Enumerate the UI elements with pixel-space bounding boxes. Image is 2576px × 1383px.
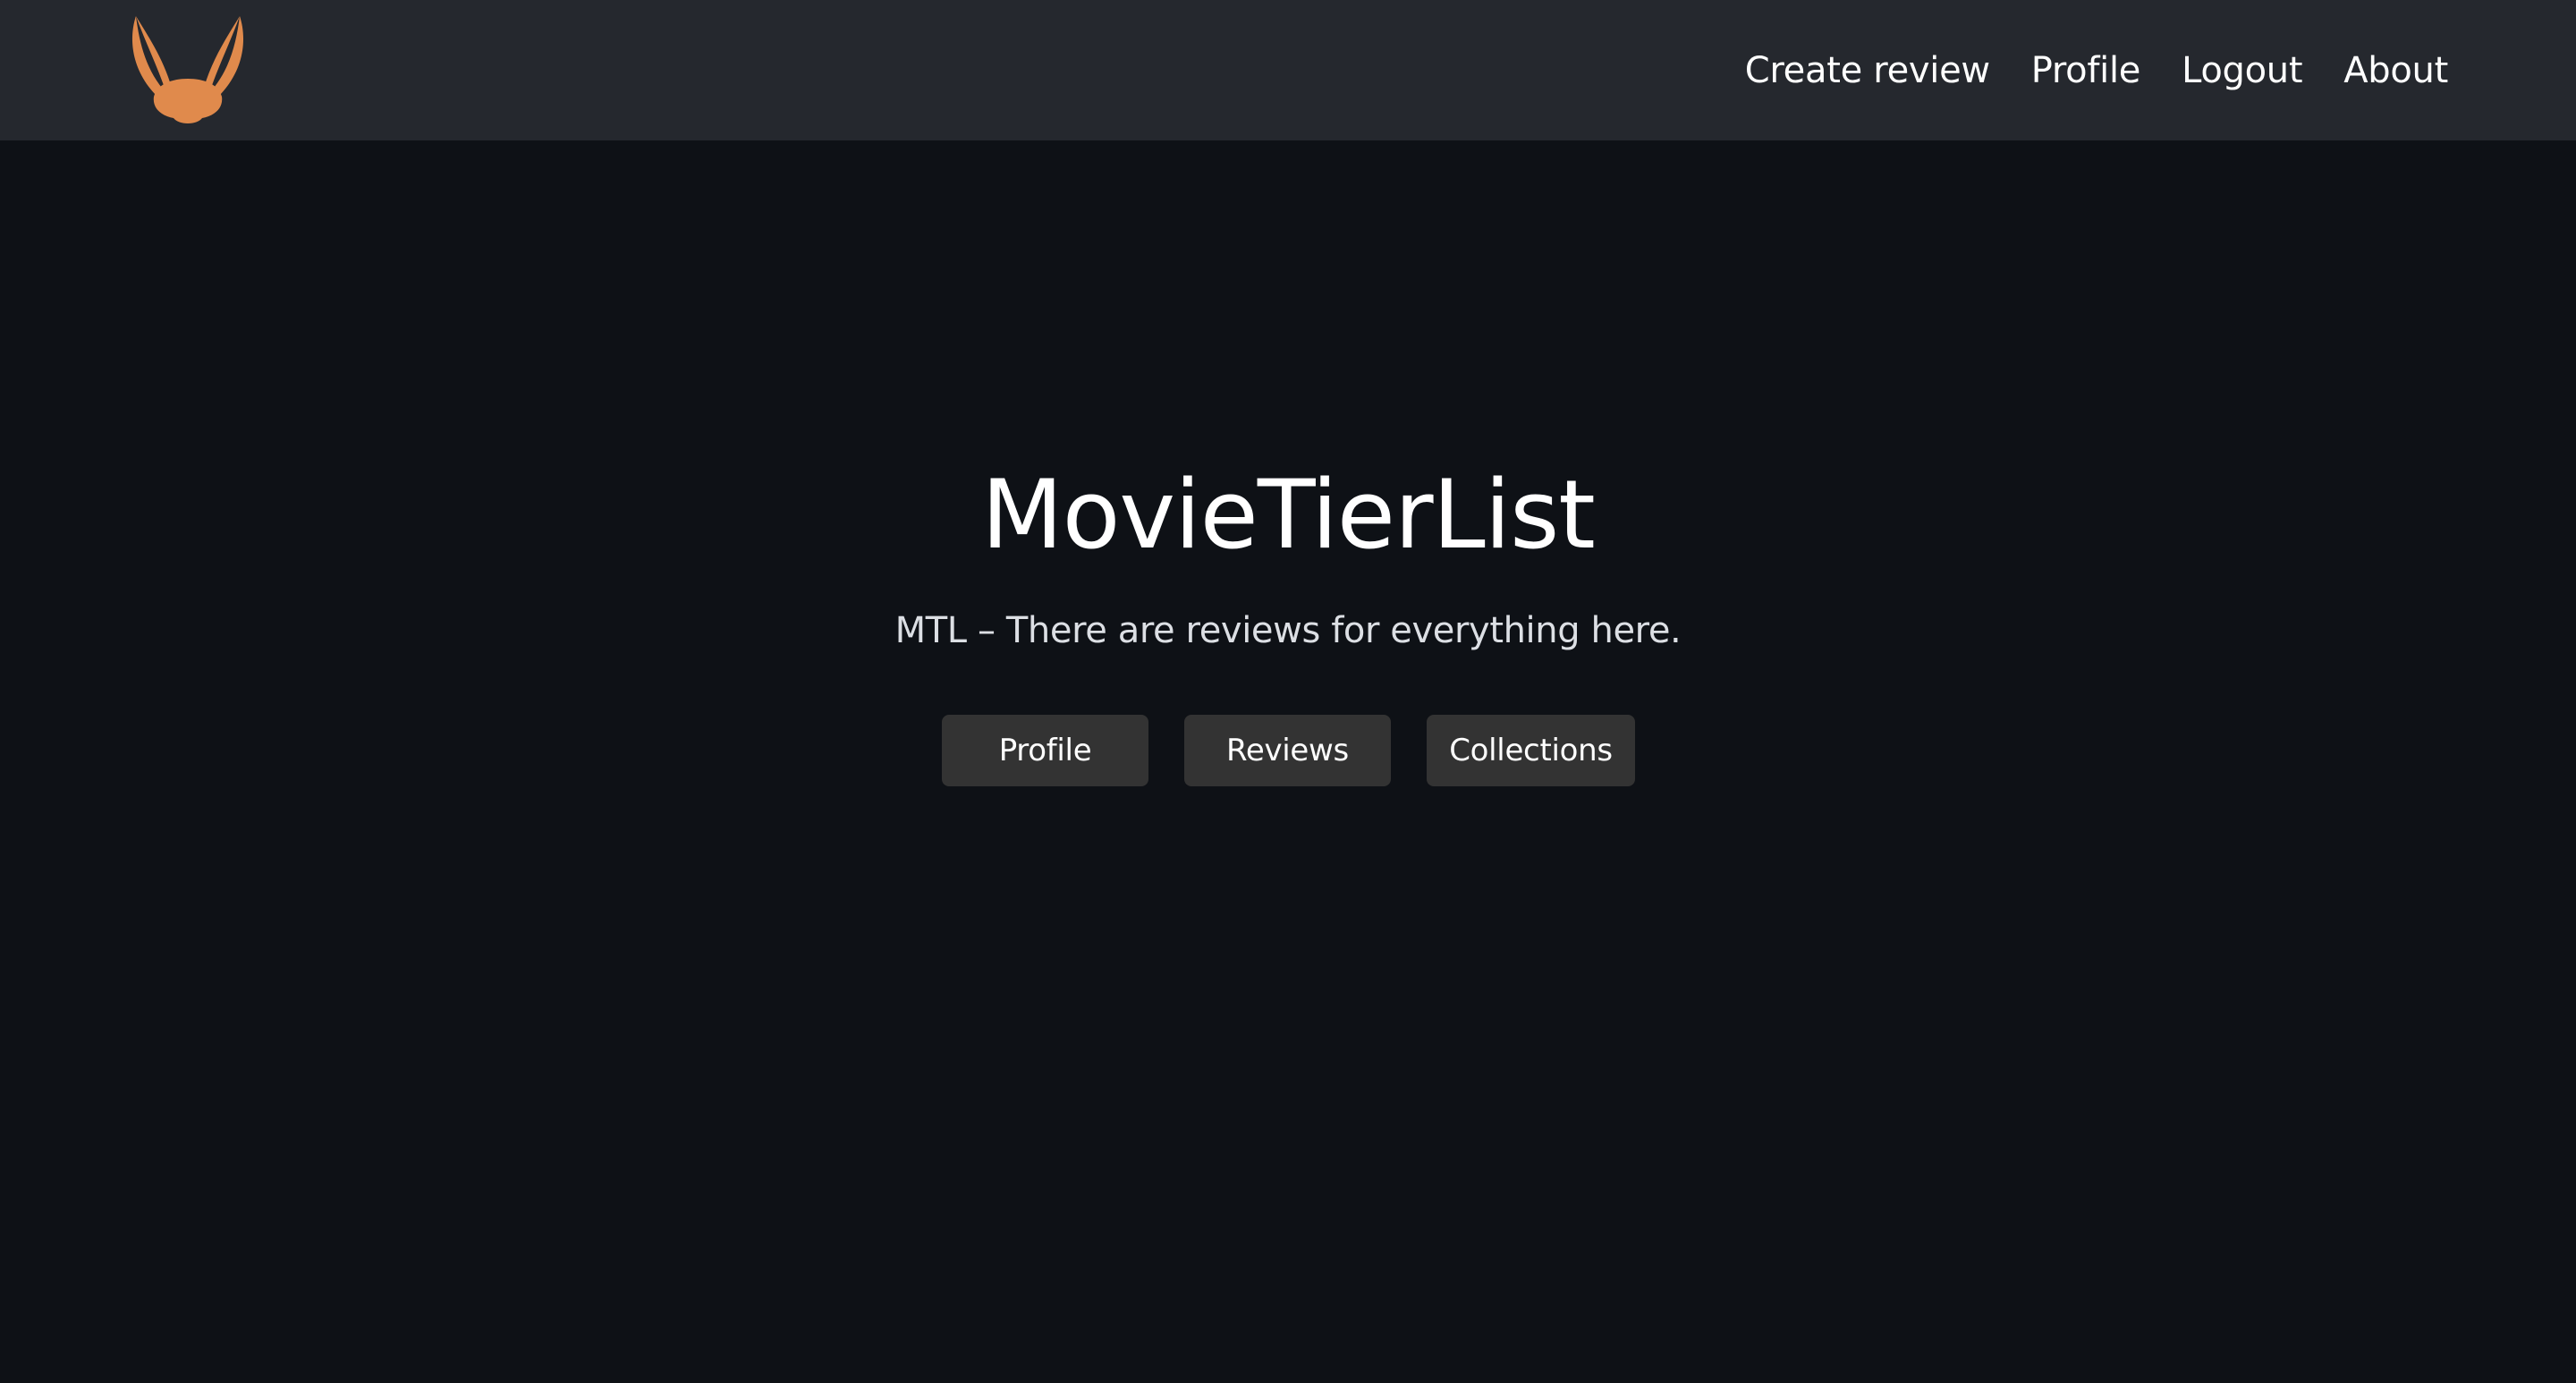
profile-button[interactable]: Profile — [942, 715, 1148, 786]
page-title: MovieTierList — [981, 460, 1596, 570]
page-subtitle: MTL – There are reviews for everything h… — [894, 610, 1682, 651]
reviews-button[interactable]: Reviews — [1184, 715, 1391, 786]
navbar: Create review Profile Logout About — [0, 0, 2576, 140]
nav-links: Create review Profile Logout About — [1745, 0, 2449, 140]
collections-button[interactable]: Collections — [1427, 715, 1635, 786]
nav-link-logout[interactable]: Logout — [2182, 50, 2302, 91]
hero-section: MovieTierList MTL – There are reviews fo… — [0, 140, 2576, 1383]
fox-head-icon — [131, 16, 244, 123]
nav-link-profile[interactable]: Profile — [2031, 50, 2141, 91]
home-logo-link[interactable] — [127, 11, 245, 129]
nav-link-create-review[interactable]: Create review — [1745, 50, 1990, 91]
hero-buttons: Profile Reviews Collections — [942, 715, 1635, 786]
nav-link-about[interactable]: About — [2343, 50, 2448, 91]
